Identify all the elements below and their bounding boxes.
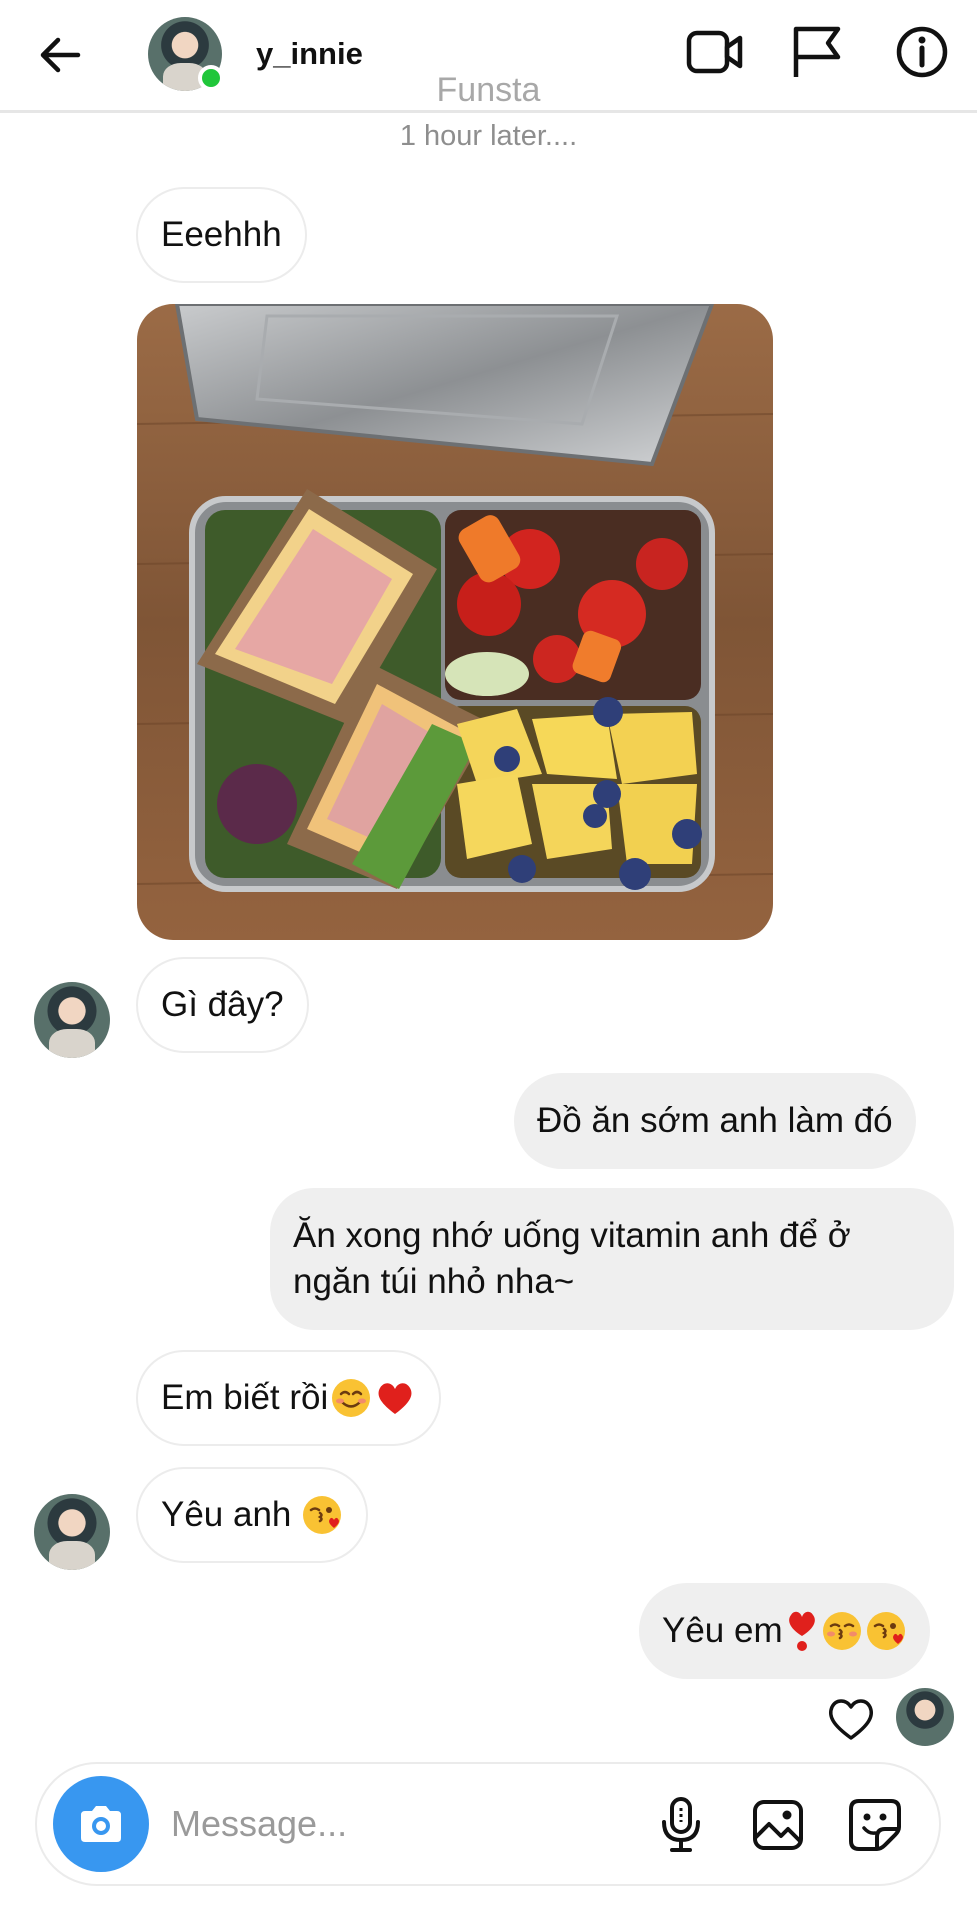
sticker-icon bbox=[849, 1799, 901, 1851]
camera-button[interactable] bbox=[53, 1776, 149, 1872]
camera-icon bbox=[81, 1806, 121, 1842]
outgoing-message[interactable]: Đồ ăn sớm anh làm đó bbox=[514, 1073, 916, 1169]
sender-avatar[interactable] bbox=[34, 982, 110, 1058]
voice-message-button[interactable] bbox=[648, 1792, 714, 1858]
video-camera-icon bbox=[686, 30, 743, 74]
message-composer bbox=[35, 1762, 941, 1886]
message-input[interactable] bbox=[171, 1794, 631, 1854]
incoming-message[interactable]: Eeehhh bbox=[136, 187, 307, 283]
gallery-button[interactable] bbox=[745, 1792, 811, 1858]
message-text: Yêu em bbox=[662, 1611, 783, 1650]
outgoing-message[interactable]: Yêu em bbox=[639, 1583, 930, 1679]
face-blowing-kiss-emoji bbox=[866, 1612, 905, 1650]
smiling-face-emoji bbox=[332, 1379, 371, 1417]
lunchbox-photo[interactable] bbox=[137, 304, 773, 940]
account-label: Funsta bbox=[436, 71, 541, 109]
message-text-line-1: Ăn xong nhớ uống vitamin anh để ở bbox=[293, 1216, 851, 1255]
incoming-message[interactable]: Em biết rồi bbox=[136, 1350, 442, 1446]
seen-by-avatar bbox=[896, 1688, 954, 1746]
microphone-icon bbox=[662, 1797, 700, 1852]
message-text: Gì đây? bbox=[161, 985, 284, 1024]
sticker-button[interactable] bbox=[842, 1792, 908, 1858]
incoming-message[interactable]: Gì đây? bbox=[136, 957, 309, 1053]
message-text: Em biết rồi bbox=[161, 1378, 329, 1417]
photo-image bbox=[137, 304, 773, 940]
red-heart-emoji bbox=[378, 1383, 412, 1414]
message-text-line-2: ngăn túi nhỏ nha~ bbox=[293, 1262, 575, 1301]
incoming-message[interactable]: Yêu anh bbox=[136, 1467, 369, 1563]
outgoing-message[interactable]: Ăn xong nhớ uống vitamin anh để ở ngăn t… bbox=[270, 1188, 954, 1330]
face-blowing-kiss-emoji bbox=[303, 1496, 342, 1534]
like-button[interactable] bbox=[820, 1690, 882, 1746]
heart-outline-icon bbox=[829, 1699, 873, 1740]
kissing-face-emoji bbox=[822, 1612, 861, 1650]
message-text: Eeehhh bbox=[161, 215, 282, 254]
message-text: Yêu anh bbox=[161, 1495, 292, 1534]
message-text: Đồ ăn sớm anh làm đó bbox=[537, 1101, 893, 1140]
heart-exclamation-emoji bbox=[788, 1611, 815, 1651]
username[interactable]: y_innie bbox=[256, 36, 363, 72]
sender-avatar[interactable] bbox=[34, 1494, 110, 1570]
time-separator: 1 hour later.... bbox=[399, 120, 578, 152]
image-icon bbox=[753, 1800, 803, 1850]
